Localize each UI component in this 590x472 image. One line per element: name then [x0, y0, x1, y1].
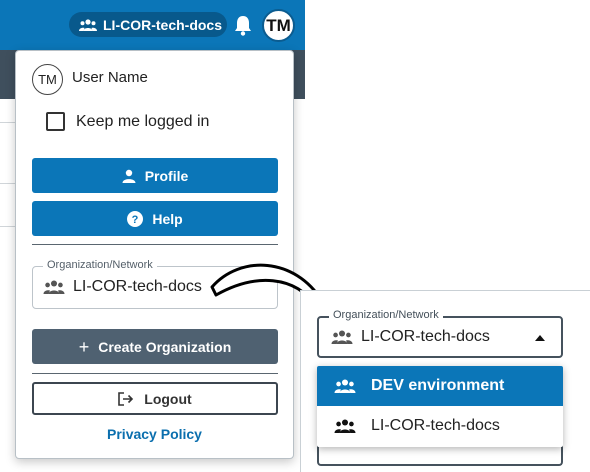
org-field-legend: Organization/Network	[43, 259, 157, 271]
user-menu-panel: TM User Name Keep me logged in Profile ?…	[15, 50, 294, 459]
profile-button[interactable]: Profile	[32, 158, 278, 193]
svg-text:?: ?	[132, 214, 139, 226]
org-network-select-open[interactable]: Organization/Network LI-COR-tech-docs	[317, 309, 563, 358]
group-icon	[331, 330, 353, 344]
notification-bell-icon[interactable]	[233, 14, 253, 36]
checkbox-box[interactable]	[46, 112, 65, 131]
select-value: LI-COR-tech-docs	[361, 328, 490, 345]
list-item[interactable]: LI-COR-tech-docs	[317, 406, 563, 446]
logout-icon	[118, 391, 134, 406]
help-label: Help	[152, 210, 183, 227]
option-label: DEV environment	[371, 377, 505, 394]
logout-button[interactable]: Logout	[32, 382, 278, 415]
plus-icon: +	[78, 336, 90, 357]
keep-logged-in-checkbox[interactable]: Keep me logged in	[46, 112, 209, 131]
logout-label: Logout	[144, 390, 192, 407]
group-icon	[79, 18, 97, 31]
avatar: TM	[32, 64, 63, 95]
org-chip-label: LI-COR-tech-docs	[103, 16, 222, 33]
create-organization-button[interactable]: + Create Organization	[32, 329, 278, 364]
org-switcher-chip[interactable]: LI-COR-tech-docs	[69, 12, 227, 37]
person-icon	[122, 169, 136, 183]
org-field-value: LI-COR-tech-docs	[73, 278, 202, 295]
select-legend: Organization/Network	[329, 309, 443, 321]
option-label: LI-COR-tech-docs	[371, 417, 500, 434]
menu-divider	[32, 373, 278, 374]
org-network-select[interactable]: Organization/Network LI-COR-tech-docs	[32, 259, 278, 309]
group-icon	[334, 419, 356, 433]
privacy-policy-link[interactable]: Privacy Policy	[16, 426, 293, 442]
underlying-button-edge	[317, 444, 563, 466]
group-icon	[334, 379, 356, 393]
caret-up-icon[interactable]	[535, 335, 545, 341]
user-name: User Name	[72, 69, 148, 86]
group-icon	[43, 280, 65, 294]
org-options-listbox: DEV environment LI-COR-tech-docs	[317, 366, 563, 447]
help-button[interactable]: ? Help	[32, 201, 278, 236]
help-icon: ?	[127, 210, 144, 227]
profile-label: Profile	[144, 167, 189, 184]
create-organization-label: Create Organization	[98, 338, 232, 355]
list-item[interactable]: DEV environment	[317, 366, 563, 406]
menu-divider	[32, 244, 278, 245]
user-avatar-button[interactable]: TM	[262, 9, 295, 42]
keep-logged-in-label: Keep me logged in	[76, 112, 210, 130]
